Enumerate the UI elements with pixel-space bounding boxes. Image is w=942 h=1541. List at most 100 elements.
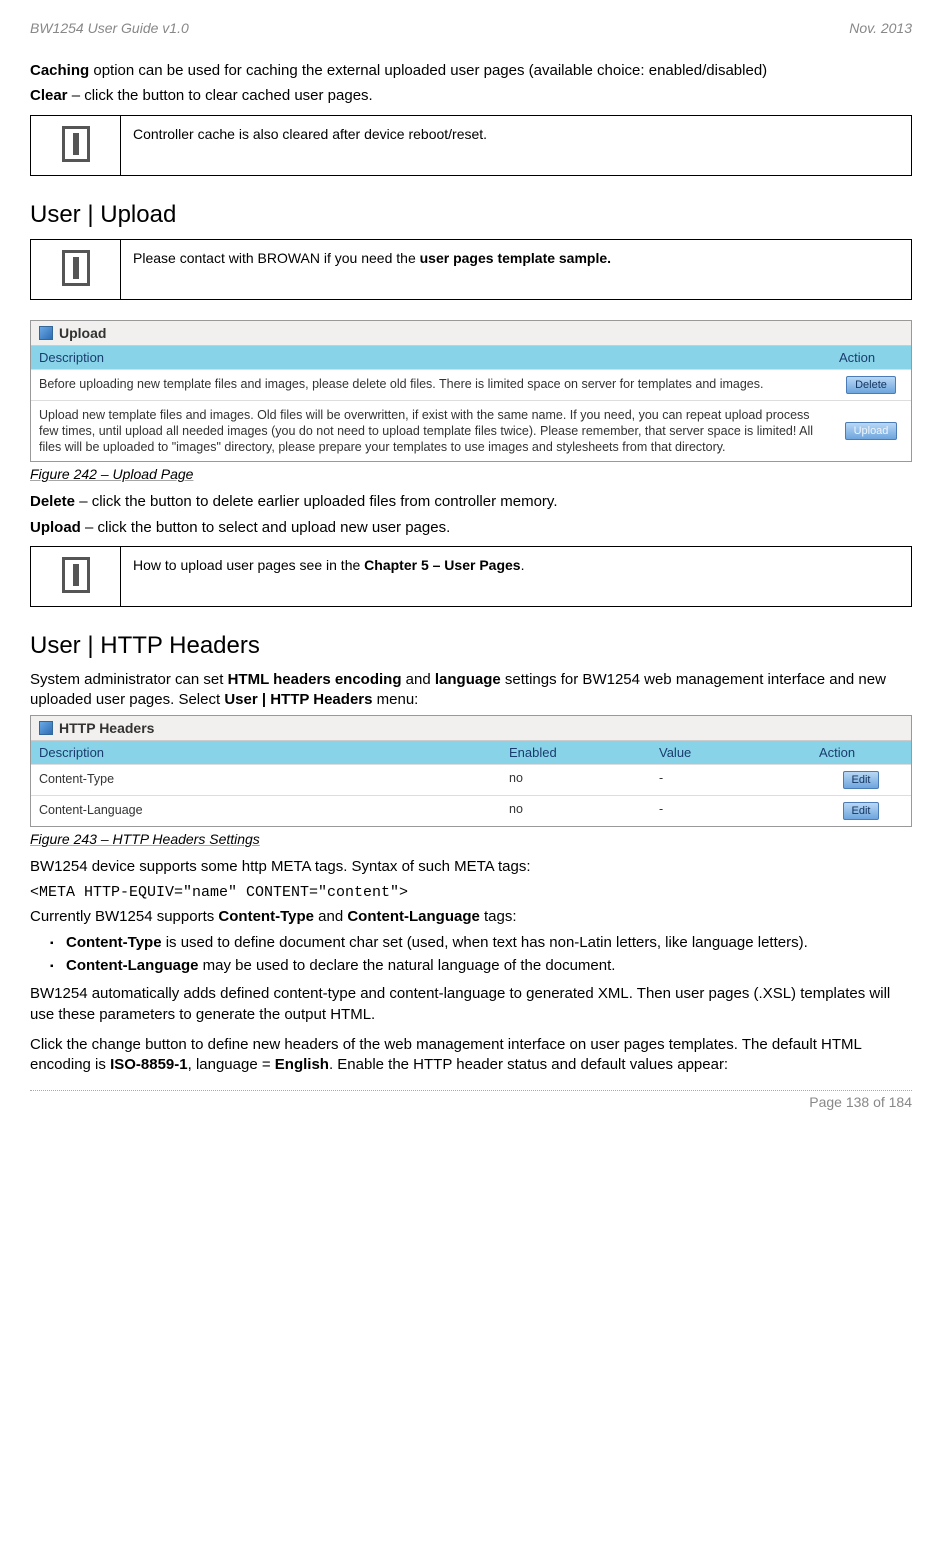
cell-enabled: no <box>501 765 651 795</box>
cell-value: - <box>651 796 811 826</box>
info-box-howto: How to upload user pages see in the Chap… <box>30 546 912 607</box>
list-item: Content-Language may be used to declare … <box>50 956 912 976</box>
doc-date: Nov. 2013 <box>849 20 912 36</box>
enable-paragraph: Click the change button to define new he… <box>30 1035 912 1076</box>
auto-add-paragraph: BW1254 automatically adds defined conten… <box>30 984 912 1025</box>
t: , language = <box>188 1056 275 1073</box>
info-icon-cell <box>31 239 121 299</box>
ss-row-upload: Upload new template files and images. Ol… <box>31 400 911 462</box>
ss-row-content-type: Content-Type no - Edit <box>31 764 911 795</box>
clear-paragraph: Clear – click the button to clear cached… <box>30 86 912 106</box>
howto-suffix: . <box>521 557 525 573</box>
ss-row-content-language: Content-Language no - Edit <box>31 795 911 826</box>
info-icon-cell <box>31 546 121 606</box>
li-text: may be used to declare the natural langu… <box>199 957 616 974</box>
cell-desc: Content-Language <box>31 796 501 826</box>
cell-value: - <box>651 765 811 795</box>
heading-http-headers: User | HTTP Headers <box>30 632 912 660</box>
caching-text: option can be used for caching the exter… <box>89 62 767 79</box>
howto-bold: Chapter 5 – User Pages <box>364 557 520 573</box>
upload-button[interactable]: Upload <box>845 422 898 440</box>
info-text: How to upload user pages see in the Chap… <box>121 546 912 606</box>
info-icon-cell <box>31 115 121 175</box>
info-box-upload-contact: Please contact with BROWAN if you need t… <box>30 239 912 300</box>
info-box-cache: Controller cache is also cleared after d… <box>30 115 912 176</box>
clear-text: – click the button to clear cached user … <box>68 87 373 104</box>
page-header: BW1254 User Guide v1.0 Nov. 2013 <box>30 20 912 36</box>
caching-label: Caching <box>30 62 89 79</box>
row-text: Upload new template files and images. Ol… <box>31 401 831 462</box>
t: Content-Type <box>218 908 314 925</box>
screenshot-upload: Upload Description Action Before uploadi… <box>30 320 912 463</box>
ss-body: Before uploading new template files and … <box>31 369 911 462</box>
col-value: Value <box>651 741 811 764</box>
info-icon <box>62 250 90 286</box>
li-bold: Content-Type <box>66 934 162 951</box>
ss-header-row: Description Action <box>31 346 911 369</box>
t: tags: <box>480 908 517 925</box>
col-description: Description <box>31 346 831 369</box>
delete-button[interactable]: Delete <box>846 376 896 394</box>
cell-action: Edit <box>811 765 911 795</box>
t: and <box>402 671 435 688</box>
t: System administrator can set <box>30 671 228 688</box>
ss-row-delete: Before uploading new template files and … <box>31 369 911 400</box>
delete-label: Delete <box>30 493 75 510</box>
screenshot-http-headers: HTTP Headers Description Enabled Value A… <box>30 715 912 827</box>
t: language <box>435 671 501 688</box>
ss-titlebar: HTTP Headers <box>31 716 911 741</box>
info-text: Please contact with BROWAN if you need t… <box>121 239 912 299</box>
ss-titlebar: Upload <box>31 321 911 346</box>
edit-button[interactable]: Edit <box>843 771 880 789</box>
upload-paragraph: Upload – click the button to select and … <box>30 518 912 538</box>
t: ISO-8859-1 <box>110 1056 188 1073</box>
t: User | HTTP Headers <box>224 691 372 708</box>
li-text: is used to define document char set (use… <box>162 934 808 951</box>
t: . Enable the HTTP header status and defa… <box>329 1056 728 1073</box>
howto-prefix: How to upload user pages see in the <box>133 557 364 573</box>
t: menu: <box>372 691 418 708</box>
info-text: Controller cache is also cleared after d… <box>121 115 912 175</box>
t: HTML headers encoding <box>228 671 402 688</box>
col-action: Action <box>811 741 911 764</box>
meta-code: <META HTTP-EQUIV="name" CONTENT="content… <box>30 884 912 901</box>
col-description: Description <box>31 741 501 764</box>
info-icon <box>62 557 90 593</box>
ss-title: Upload <box>59 325 106 341</box>
col-enabled: Enabled <box>501 741 651 764</box>
li-bold: Content-Language <box>66 957 199 974</box>
ss-body: Content-Type no - Edit Content-Language … <box>31 764 911 826</box>
cell-desc: Content-Type <box>31 765 501 795</box>
row-text: Before uploading new template files and … <box>31 370 831 400</box>
cell-enabled: no <box>501 796 651 826</box>
ss-title: HTTP Headers <box>59 720 154 736</box>
heading-upload: User | Upload <box>30 201 912 229</box>
doc-title: BW1254 User Guide v1.0 <box>30 20 189 36</box>
supports-paragraph: Currently BW1254 supports Content-Type a… <box>30 907 912 927</box>
figure-caption-243: Figure 243 – HTTP Headers Settings <box>30 831 912 847</box>
note-bold: user pages template sample. <box>420 250 611 266</box>
col-action: Action <box>831 346 911 369</box>
upload-label: Upload <box>30 519 81 536</box>
clear-label: Clear <box>30 87 68 104</box>
note-prefix: Please contact with BROWAN if you need t… <box>133 250 420 266</box>
page-footer: Page 138 of 184 <box>30 1090 912 1110</box>
cell-action: Edit <box>811 796 911 826</box>
row-action: Upload <box>831 401 911 462</box>
t: and <box>314 908 347 925</box>
caching-paragraph: Caching option can be used for caching t… <box>30 61 912 81</box>
upload-text: – click the button to select and upload … <box>81 519 450 536</box>
info-icon <box>62 126 90 162</box>
tags-list: Content-Type is used to define document … <box>30 933 912 977</box>
edit-button[interactable]: Edit <box>843 802 880 820</box>
t: Content-Language <box>347 908 480 925</box>
meta-intro: BW1254 device supports some http META ta… <box>30 857 912 877</box>
window-icon <box>39 721 53 735</box>
http-intro: System administrator can set HTML header… <box>30 670 912 711</box>
page-number: Page 138 of 184 <box>809 1094 912 1110</box>
delete-paragraph: Delete – click the button to delete earl… <box>30 492 912 512</box>
window-icon <box>39 326 53 340</box>
list-item: Content-Type is used to define document … <box>50 933 912 953</box>
figure-caption-242: Figure 242 – Upload Page <box>30 466 912 482</box>
delete-text: – click the button to delete earlier upl… <box>75 493 557 510</box>
